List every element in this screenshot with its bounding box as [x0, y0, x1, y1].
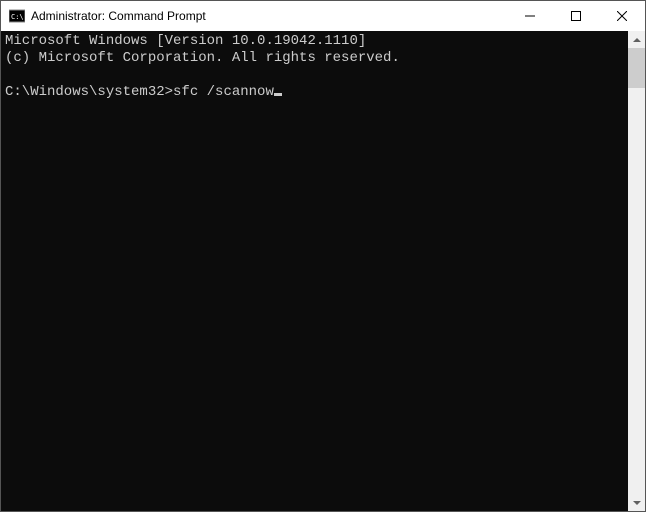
scroll-down-arrow[interactable]: [628, 494, 645, 511]
terminal-output[interactable]: Microsoft Windows [Version 10.0.19042.11…: [1, 31, 628, 511]
command-prompt-window: C:\ Administrator: Command Prompt Micros…: [0, 0, 646, 512]
close-button[interactable]: [599, 1, 645, 31]
scroll-thumb[interactable]: [628, 48, 645, 88]
minimize-button[interactable]: [507, 1, 553, 31]
vertical-scrollbar[interactable]: [628, 31, 645, 511]
window-controls: [507, 1, 645, 31]
version-line: Microsoft Windows [Version 10.0.19042.11…: [5, 33, 366, 49]
command-input: sfc /scannow: [173, 84, 274, 100]
cmd-icon: C:\: [9, 8, 25, 24]
copyright-line: (c) Microsoft Corporation. All rights re…: [5, 50, 400, 66]
scroll-track[interactable]: [628, 48, 645, 494]
titlebar[interactable]: C:\ Administrator: Command Prompt: [1, 1, 645, 31]
scroll-up-arrow[interactable]: [628, 31, 645, 48]
cursor: [274, 93, 282, 96]
svg-text:C:\: C:\: [11, 13, 24, 21]
maximize-button[interactable]: [553, 1, 599, 31]
content-area: Microsoft Windows [Version 10.0.19042.11…: [1, 31, 645, 511]
titlebar-left: C:\ Administrator: Command Prompt: [1, 8, 206, 24]
prompt: C:\Windows\system32>: [5, 84, 173, 100]
window-title: Administrator: Command Prompt: [31, 9, 206, 23]
